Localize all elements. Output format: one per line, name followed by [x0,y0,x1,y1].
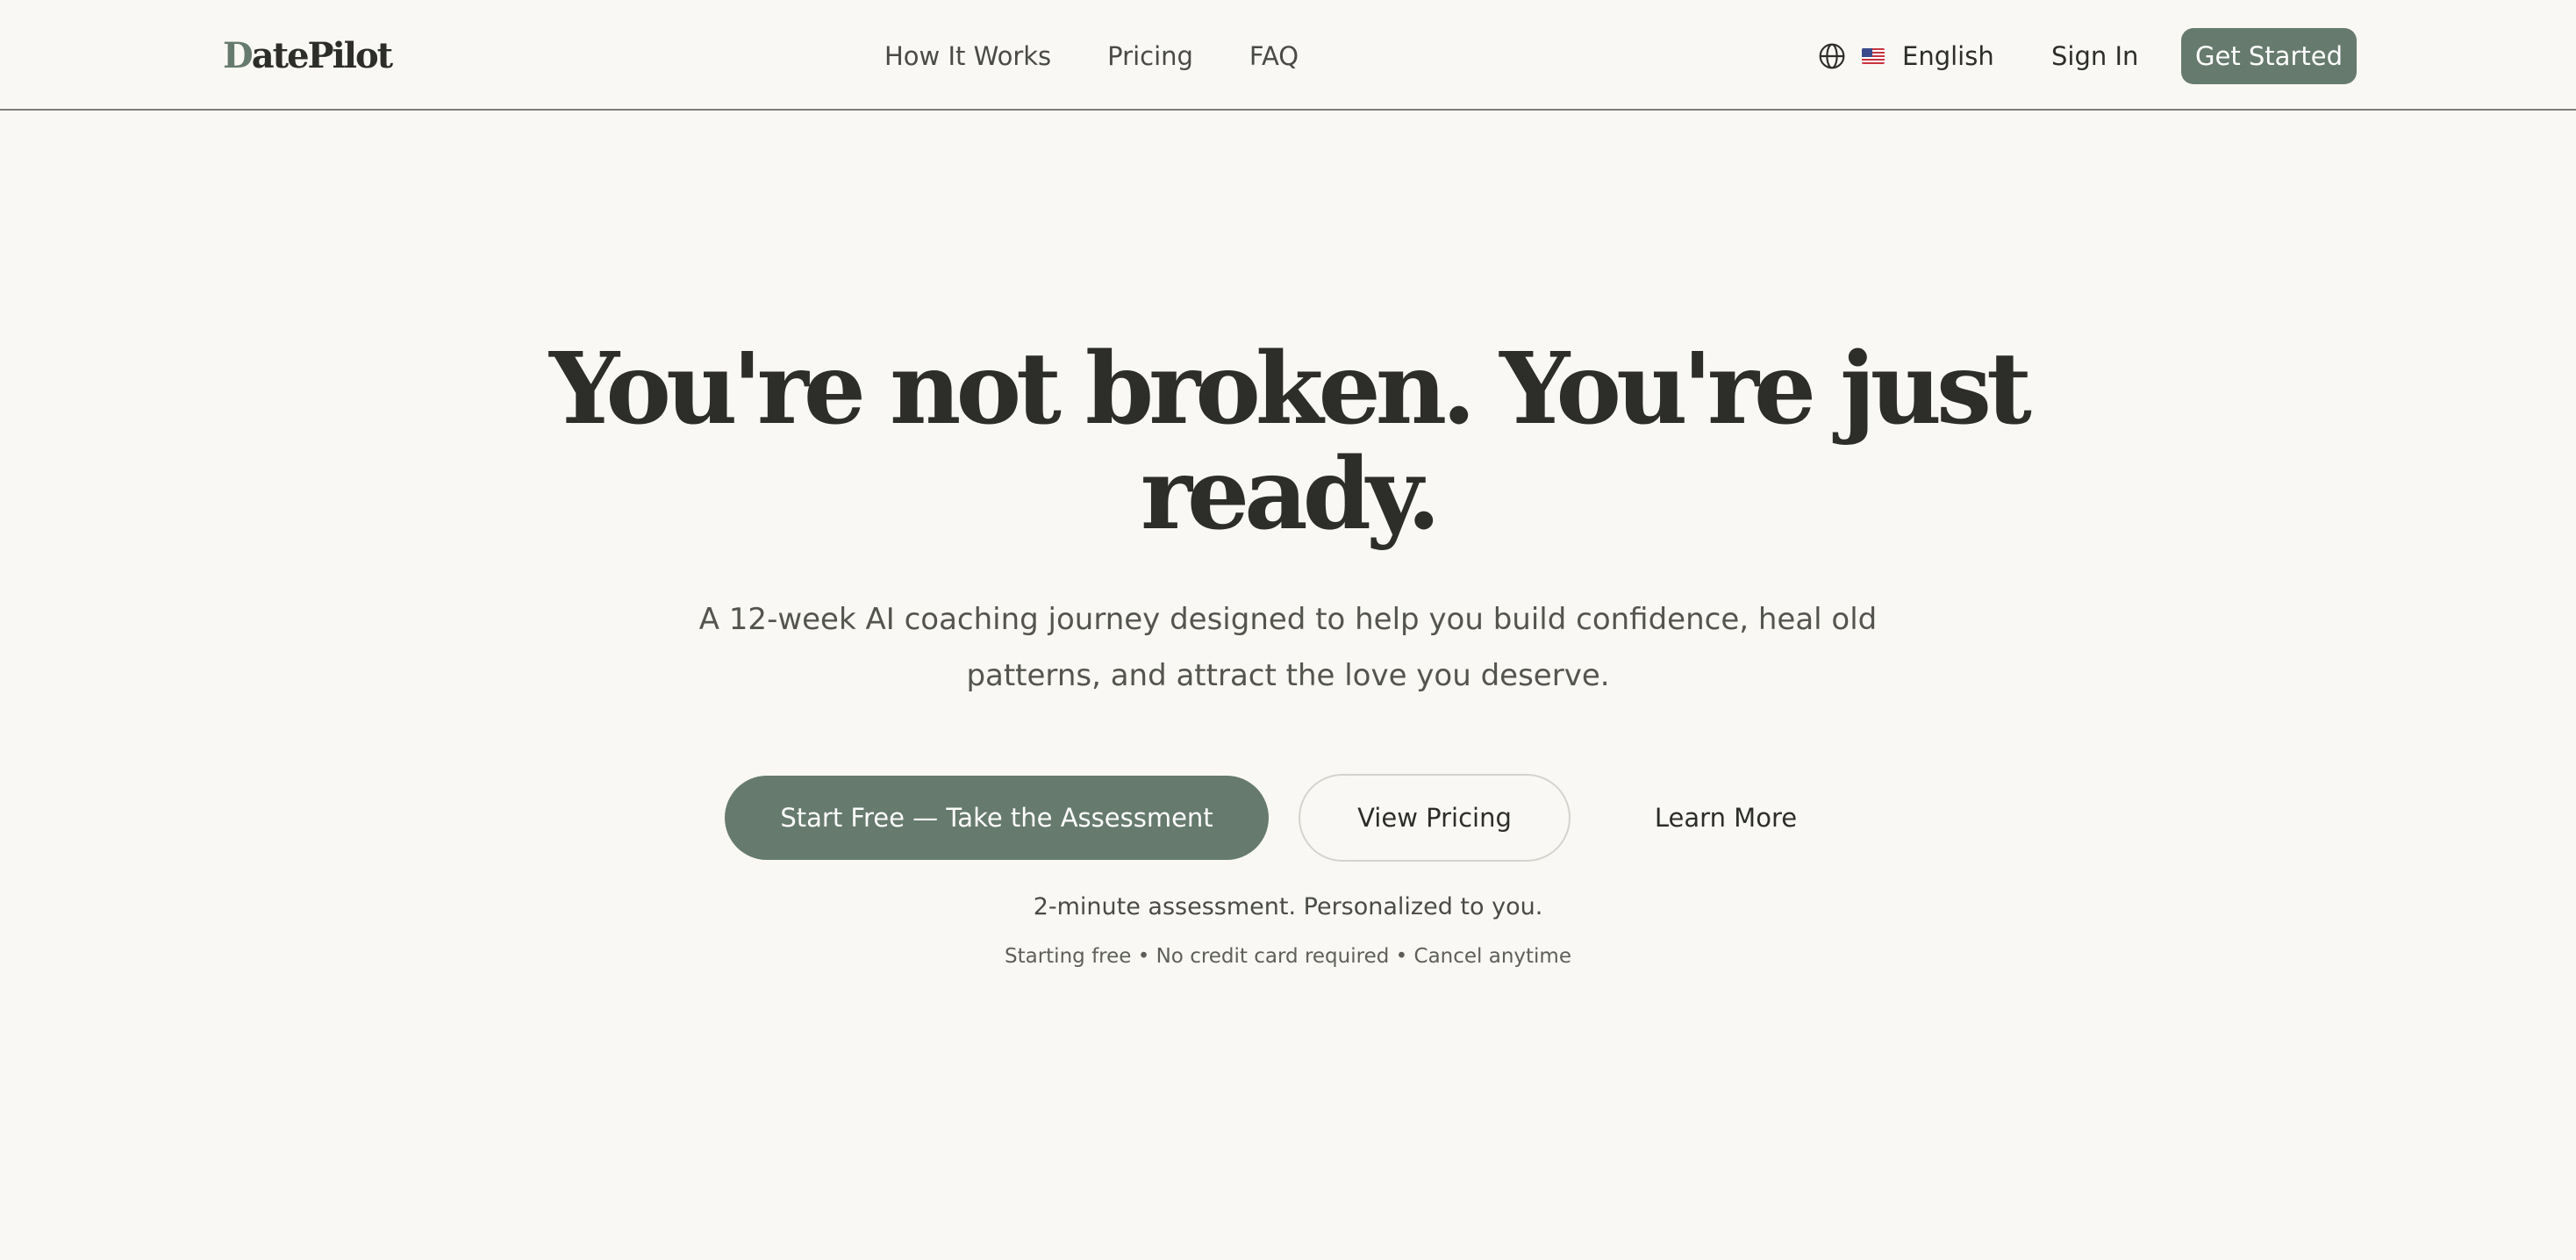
fine-print: Starting free • No credit card required … [1005,945,1571,968]
start-assessment-button[interactable]: Start Free — Take the Assessment [725,776,1269,860]
main-nav: How It Works Pricing FAQ [884,35,1299,77]
site-header: DatePilot How It Works Pricing FAQ Engli… [0,0,2576,111]
hero-subtitle: A 12-week AI coaching journey designed t… [698,602,1878,693]
nav-faq[interactable]: FAQ [1249,41,1299,71]
globe-icon [1819,43,1845,69]
logo-wordmark: atePilot [251,35,393,76]
view-pricing-button[interactable]: View Pricing [1299,774,1571,862]
sign-in-link[interactable]: Sign In [2051,35,2138,77]
nav-pricing[interactable]: Pricing [1107,41,1193,71]
logo-initial: D [223,35,254,76]
get-started-button[interactable]: Get Started [2181,28,2357,84]
us-flag-icon [1862,48,1885,64]
brand-logo[interactable]: DatePilot [223,32,393,81]
assessment-note: 2-minute assessment. Personalized to you… [1033,893,1543,920]
language-selector[interactable]: English [1818,35,1994,77]
nav-how-it-works[interactable]: How It Works [884,41,1051,71]
language-label: English [1902,41,1994,71]
hero-title: You're not broken. You're just ready. [549,332,2032,552]
learn-more-button[interactable]: Learn More [1606,776,1846,860]
